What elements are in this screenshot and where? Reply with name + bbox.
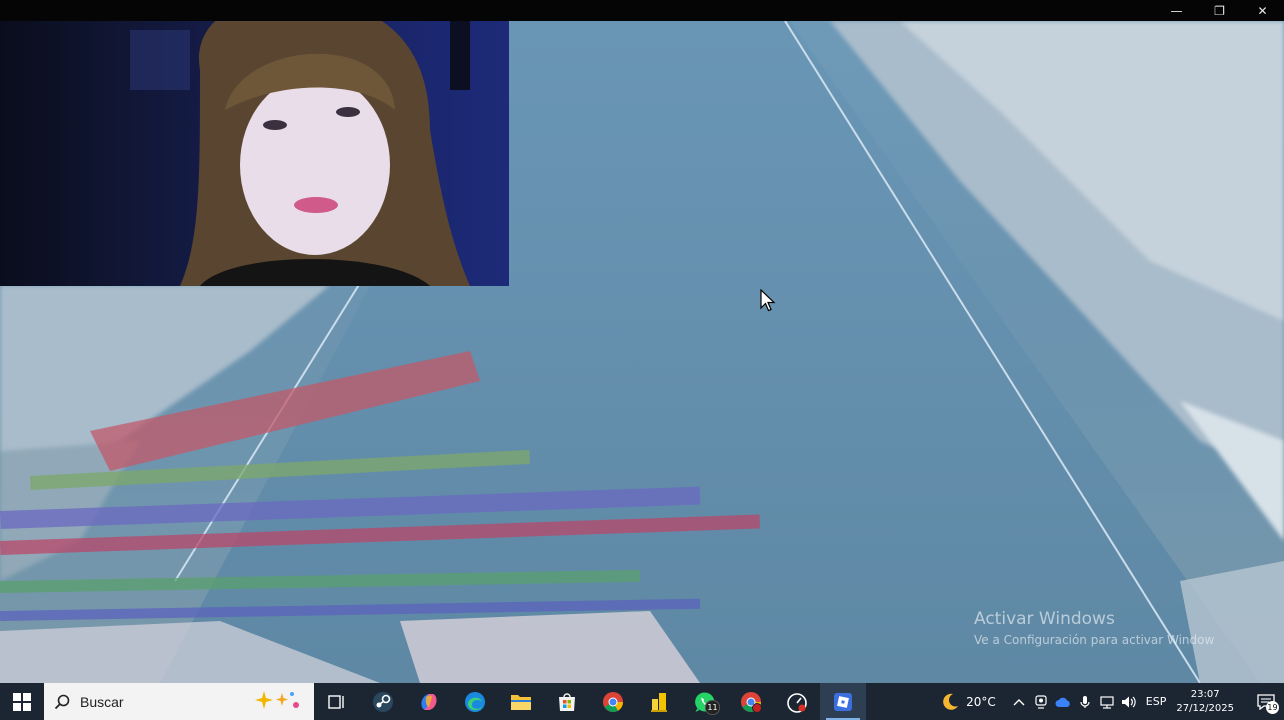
task-view-button[interactable] (314, 683, 360, 720)
notification-center-button[interactable]: 19 (1248, 683, 1284, 720)
window-controls: — ❐ ✕ (1155, 0, 1284, 21)
chrome-icon (603, 691, 624, 712)
notification-count: 19 (1266, 701, 1279, 714)
mouse-cursor-icon (760, 289, 776, 312)
clock-time: 23:07 (1190, 688, 1220, 700)
show-hidden-icons-button[interactable] (1008, 683, 1030, 720)
webcam-person (130, 0, 470, 286)
taskbar-search-box[interactable]: Buscar (44, 683, 314, 720)
task-view-icon (328, 694, 344, 709)
clock[interactable]: 23:07 27/12/2025 (1176, 688, 1234, 716)
watermark-title: Activar Windows (974, 609, 1115, 629)
microsoft-store-icon (559, 692, 575, 711)
webcam-overlay (0, 0, 509, 286)
speedometer-icon (787, 692, 807, 713)
moon-icon (943, 693, 959, 710)
taskbar: Buscar 11 20°C ESP 23:07 27/12/2025 19 (0, 683, 1284, 720)
screen: — ❐ ✕ Activar Windows Ve a Configuración… (0, 0, 1284, 720)
input-language[interactable]: ESP (1146, 695, 1167, 708)
windows-logo-icon (13, 692, 31, 711)
taskbar-roblox[interactable] (820, 683, 866, 720)
search-highlight-sparkle-icon (255, 691, 299, 709)
folder-yellow-icon (651, 692, 667, 712)
whatsapp-badge: 11 (705, 700, 720, 715)
taskbar-chrome-profile[interactable] (728, 683, 774, 720)
webcam-tray-icon (1035, 694, 1047, 709)
steam-icon (373, 691, 393, 712)
minimize-button[interactable]: — (1155, 0, 1198, 21)
microphone-icon (1080, 695, 1090, 708)
network-icon (1100, 695, 1114, 709)
weather-temperature: 20°C (966, 694, 996, 709)
edge-icon (465, 691, 485, 712)
window-title-bar: — ❐ ✕ (0, 0, 1284, 21)
taskbar-chrome[interactable] (590, 683, 636, 720)
taskbar-edge[interactable] (452, 683, 498, 720)
watermark-subtitle: Ve a Configuración para activar Windows. (974, 633, 1214, 647)
weather-widget[interactable]: 20°C (940, 692, 996, 712)
system-tray: 20°C ESP 23:07 27/12/2025 19 (940, 683, 1284, 720)
start-button[interactable] (0, 683, 44, 720)
activation-watermark: Activar Windows Ve a Configuración para … (974, 609, 1214, 647)
chevron-up-icon (1013, 698, 1025, 705)
cloud-icon (1055, 697, 1070, 707)
tray-onedrive-button[interactable] (1052, 683, 1074, 720)
close-button[interactable]: ✕ (1241, 0, 1284, 21)
taskbar-file-explorer[interactable] (498, 683, 544, 720)
taskbar-folder-app[interactable] (636, 683, 682, 720)
search-icon (54, 694, 70, 709)
tray-camera-button[interactable] (1030, 683, 1052, 720)
taskbar-whatsapp[interactable]: 11 (682, 683, 728, 720)
speaker-icon (1121, 696, 1136, 707)
roblox-icon (834, 692, 852, 711)
search-label: Buscar (80, 693, 124, 710)
tray-microphone-button[interactable] (1074, 683, 1096, 720)
clock-date: 27/12/2025 (1176, 702, 1234, 714)
taskbar-steam[interactable] (360, 683, 406, 720)
tray-network-button[interactable] (1096, 683, 1118, 720)
chrome-profile-icon (741, 691, 762, 713)
taskbar-copilot[interactable] (406, 683, 452, 720)
taskbar-speedometer-app[interactable] (774, 683, 820, 720)
taskbar-microsoft-store[interactable] (544, 683, 590, 720)
tray-volume-button[interactable] (1118, 683, 1140, 720)
restore-button[interactable]: ❐ (1198, 0, 1241, 21)
copilot-icon (421, 693, 437, 710)
file-explorer-icon (511, 694, 531, 710)
